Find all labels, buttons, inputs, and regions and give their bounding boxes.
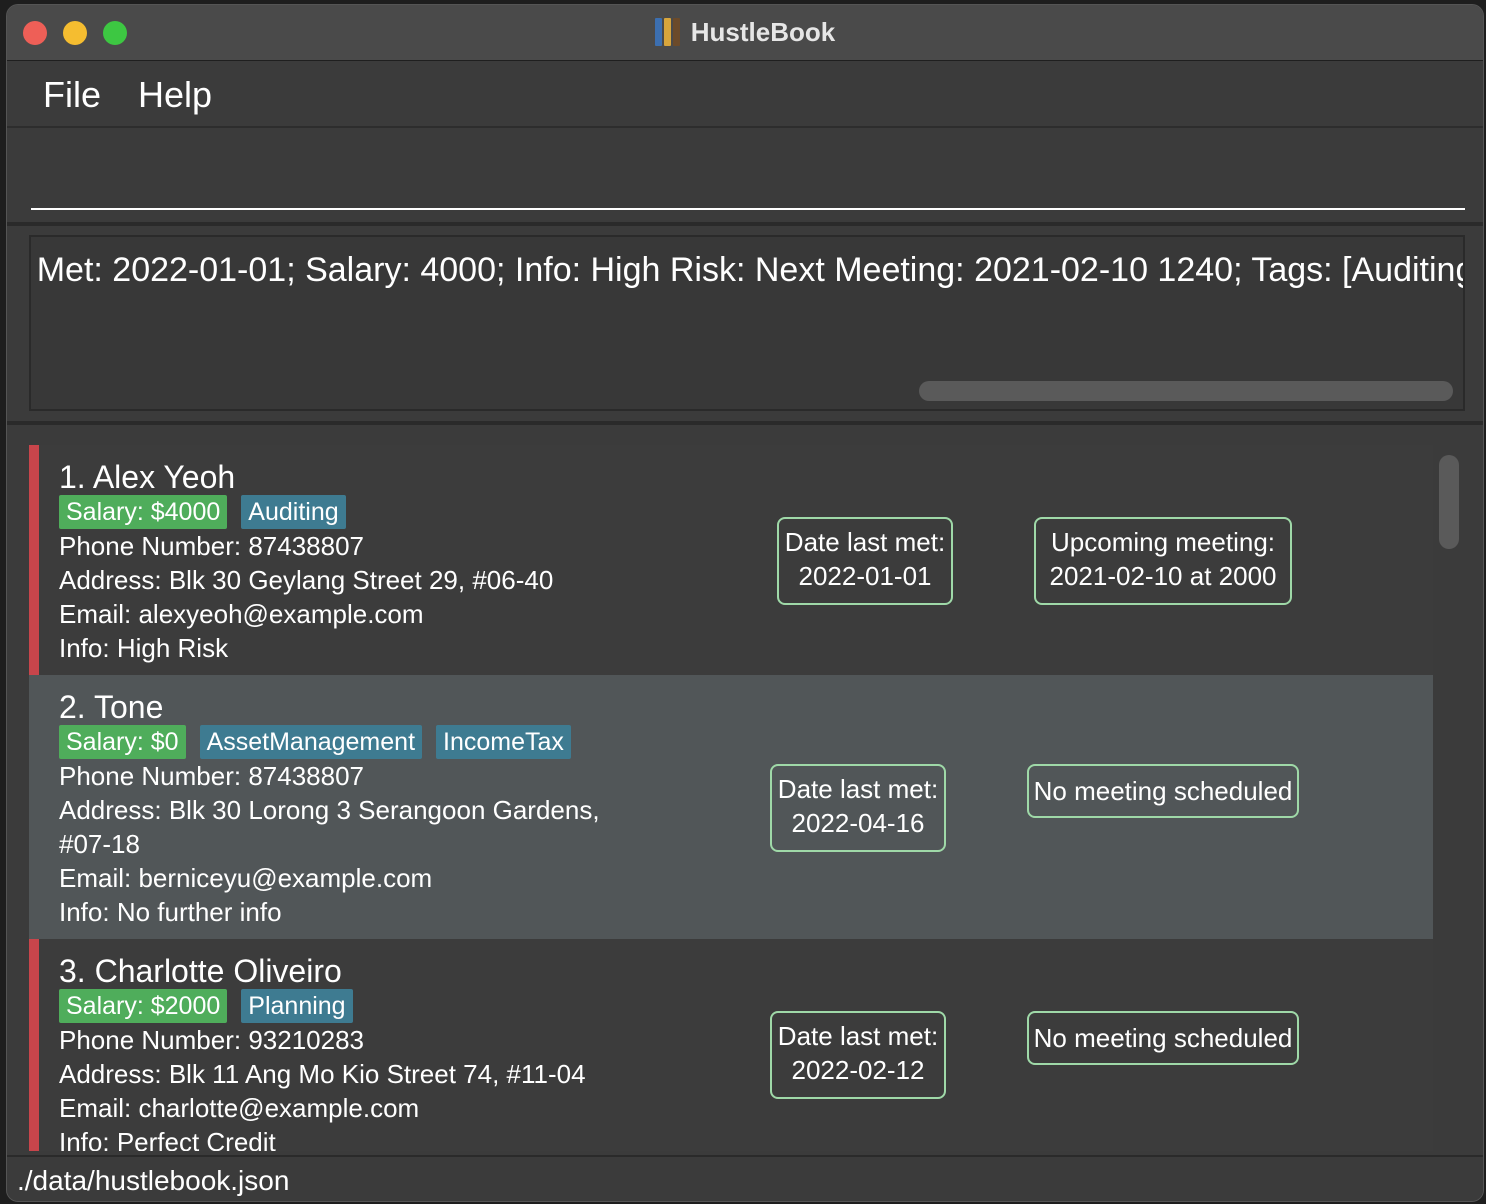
divider — [7, 421, 1483, 425]
person-name: 1. Alex Yeoh — [59, 459, 236, 495]
last-met-box: Date last met: 2022-01-01 — [777, 517, 953, 605]
tag: Auditing — [241, 495, 346, 529]
person-name: 2. Tone — [59, 689, 164, 725]
list-vertical-scrollbar[interactable] — [1439, 455, 1459, 549]
last-met-label: Date last met: — [777, 1021, 939, 1051]
person-phone: Phone Number: 87438807 — [59, 761, 365, 791]
upcoming-meeting-label: Upcoming meeting: — [1051, 527, 1275, 557]
person-card[interactable]: 1. Alex Yeoh Salary: $4000 Auditing Phone… — [29, 445, 1433, 675]
command-box — [7, 130, 1483, 224]
person-email: Email: charlotte@example.com — [59, 1093, 420, 1123]
result-horizontal-scrollbar[interactable] — [919, 381, 1453, 401]
person-phone: Phone Number: 93210283 — [59, 1025, 365, 1055]
tag: IncomeTax — [436, 725, 571, 759]
person-address: Address: Blk 30 Geylang Street 29, #06-4… — [59, 565, 554, 595]
person-info: Info: Perfect Credit — [59, 1127, 276, 1151]
salary-tag: Salary: $4000 — [59, 495, 228, 529]
upcoming-meeting-date: 2021-02-10 at 2000 — [1049, 561, 1277, 591]
card-accent-bar — [29, 445, 39, 675]
app-book-icon — [654, 18, 681, 46]
last-met-label: Date last met: — [777, 774, 939, 804]
person-name: 3. Charlotte Oliveiro — [59, 953, 342, 989]
menu-bar: File Help — [7, 62, 1483, 128]
person-info: Info: No further info — [59, 897, 282, 927]
result-display[interactable]: Last Met: 2022-01-01; Salary: 4000; Info… — [29, 235, 1465, 411]
person-card[interactable]: 3. Charlotte Oliveiro Salary: $2000 Plann… — [29, 939, 1433, 1151]
upcoming-meeting-box: No meeting scheduled — [1027, 764, 1299, 818]
person-card[interactable]: 2. Tone Salary: $0 AssetManagement IncomeT… — [29, 675, 1433, 939]
upcoming-meeting-box: Upcoming meeting: 2021-02-10 at 2000 — [1034, 517, 1292, 605]
salary-tag: Salary: $2000 — [59, 989, 228, 1023]
last-met-box: Date last met: 2022-04-16 — [770, 764, 946, 852]
command-input[interactable] — [31, 150, 1465, 210]
last-met-box: Date last met: 2022-02-12 — [770, 1011, 946, 1099]
no-meeting-text: No meeting scheduled — [1033, 1023, 1293, 1053]
tag: AssetManagement — [199, 725, 423, 759]
tag-row: Salary: $2000 Planning — [59, 989, 367, 1023]
window-title: HustleBook — [690, 17, 836, 47]
last-met-date: 2022-02-12 — [791, 1055, 925, 1085]
menu-file[interactable]: File — [43, 74, 101, 116]
person-address: Address: Blk 30 Lorong 3 Serangoon Garde… — [59, 795, 600, 825]
no-meeting-text: No meeting scheduled — [1033, 776, 1293, 806]
person-address: Address: Blk 11 Ang Mo Kio Street 74, #1… — [59, 1059, 586, 1089]
app-window: HustleBook File Help Last Met: 2022-01-0… — [6, 4, 1484, 1202]
status-bar: ./data/hustlebook.json — [7, 1155, 1483, 1201]
window-title-wrap: HustleBook — [7, 17, 1483, 48]
title-bar: HustleBook — [7, 5, 1483, 61]
tag-row: Salary: $0 AssetManagement IncomeTax — [59, 725, 585, 759]
divider — [7, 222, 1483, 226]
person-info: Info: High Risk — [59, 633, 229, 663]
save-file-path: ./data/hustlebook.json — [17, 1165, 290, 1196]
person-phone: Phone Number: 87438807 — [59, 531, 365, 561]
tag: Planning — [241, 989, 353, 1023]
person-list: 1. Alex Yeoh Salary: $4000 Auditing Phone… — [7, 429, 1483, 1151]
last-met-date: 2022-01-01 — [798, 561, 932, 591]
card-accent-bar — [29, 939, 39, 1151]
person-address-continued: #07-18 — [59, 829, 140, 859]
salary-tag: Salary: $0 — [59, 725, 186, 759]
person-email: Email: alexyeoh@example.com — [59, 599, 424, 629]
menu-help[interactable]: Help — [138, 74, 212, 116]
tag-row: Salary: $4000 Auditing — [59, 495, 360, 529]
last-met-date: 2022-04-16 — [791, 808, 925, 838]
person-email: Email: berniceyu@example.com — [59, 863, 433, 893]
result-text: Last Met: 2022-01-01; Salary: 4000; Info… — [29, 251, 1465, 289]
last-met-label: Date last met: — [784, 527, 946, 557]
upcoming-meeting-box: No meeting scheduled — [1027, 1011, 1299, 1065]
